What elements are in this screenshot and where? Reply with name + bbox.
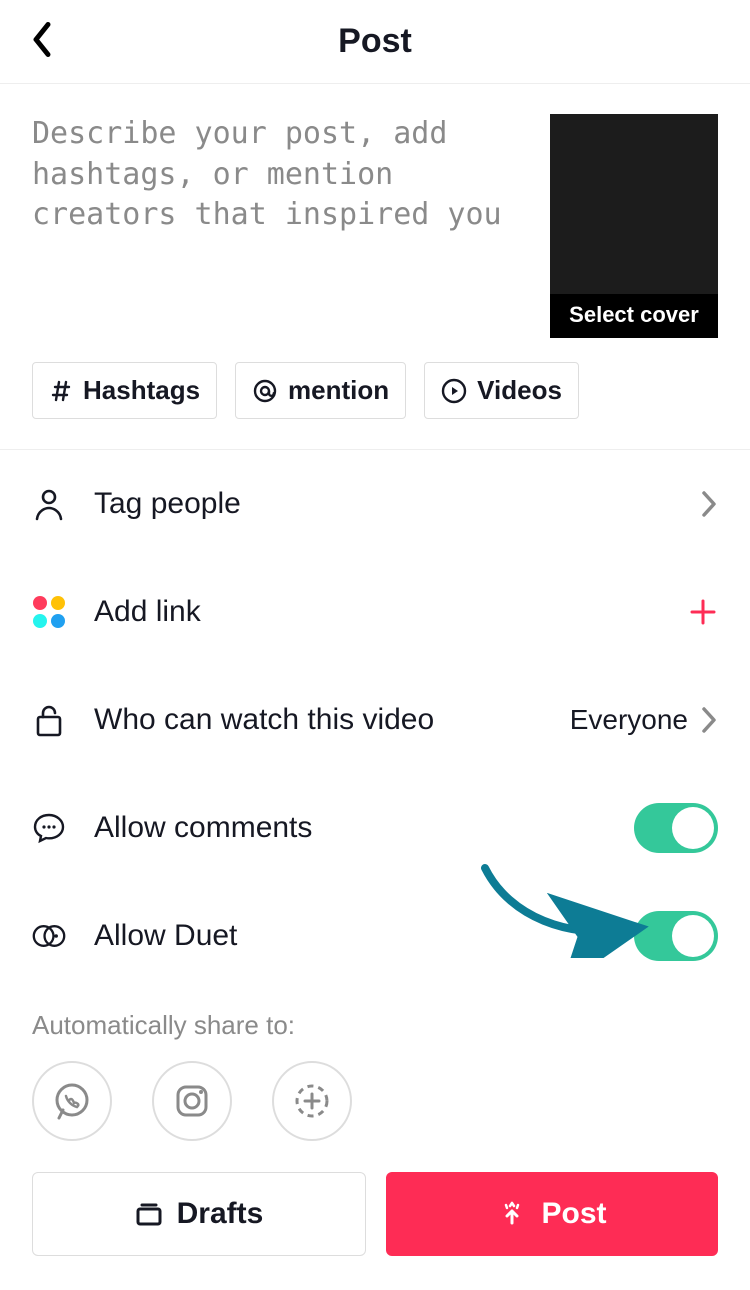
- share-to-label: Automatically share to:: [0, 990, 750, 1051]
- privacy-label: Who can watch this video: [94, 703, 542, 737]
- share-targets: [0, 1051, 750, 1171]
- chevron-right-icon: [700, 705, 718, 735]
- header: Post: [0, 0, 750, 84]
- duet-icon: [32, 921, 66, 951]
- bottom-bar: Drafts Post: [0, 1172, 750, 1290]
- post-button[interactable]: Post: [386, 1172, 718, 1256]
- tag-people-label: Tag people: [94, 487, 672, 521]
- mention-chip[interactable]: mention: [235, 362, 406, 419]
- allow-comments-row: Allow comments: [32, 774, 718, 882]
- post-label: Post: [541, 1197, 606, 1231]
- whatsapp-icon: [51, 1080, 93, 1122]
- back-button[interactable]: [30, 20, 52, 63]
- post-upload-icon: [497, 1199, 527, 1229]
- add-link-label: Add link: [94, 595, 660, 629]
- chip-row: Hashtags mention Videos: [0, 338, 750, 450]
- instagram-icon: [171, 1080, 213, 1122]
- lock-open-icon: [32, 702, 66, 738]
- hashtags-chip[interactable]: Hashtags: [32, 362, 217, 419]
- select-cover-button[interactable]: Select cover: [550, 114, 718, 338]
- options-list: Tag people Add link: [0, 450, 750, 990]
- mention-chip-label: mention: [288, 375, 389, 406]
- select-cover-label: Select cover: [550, 294, 718, 338]
- caption-input[interactable]: [32, 114, 530, 338]
- page-title: Post: [338, 22, 412, 61]
- share-more-button[interactable]: [272, 1061, 352, 1141]
- dashed-plus-icon: [291, 1080, 333, 1122]
- share-whatsapp-button[interactable]: [32, 1061, 112, 1141]
- privacy-row[interactable]: Who can watch this video Everyone: [32, 666, 718, 774]
- privacy-value: Everyone: [570, 704, 688, 736]
- comment-icon: [32, 811, 66, 845]
- plus-icon: [688, 597, 718, 627]
- hash-icon: [49, 379, 73, 403]
- chevron-right-icon: [700, 489, 718, 519]
- allow-duet-label: Allow Duet: [94, 919, 606, 953]
- allow-duet-row: Allow Duet: [32, 882, 718, 990]
- share-instagram-button[interactable]: [152, 1061, 232, 1141]
- drafts-icon: [135, 1201, 163, 1227]
- drafts-button[interactable]: Drafts: [32, 1172, 366, 1256]
- person-icon: [32, 487, 66, 521]
- allow-comments-toggle[interactable]: [634, 803, 718, 853]
- allow-comments-label: Allow comments: [94, 811, 606, 845]
- videos-chip-label: Videos: [477, 375, 562, 406]
- hashtags-chip-label: Hashtags: [83, 375, 200, 406]
- videos-chip[interactable]: Videos: [424, 362, 579, 419]
- play-circle-icon: [441, 378, 467, 404]
- link-four-dots-icon: [32, 596, 66, 628]
- drafts-label: Drafts: [177, 1197, 264, 1231]
- allow-duet-toggle[interactable]: [634, 911, 718, 961]
- at-icon: [252, 378, 278, 404]
- tag-people-row[interactable]: Tag people: [32, 450, 718, 558]
- chevron-left-icon: [30, 20, 52, 58]
- compose-area: Select cover: [0, 84, 750, 338]
- add-link-row[interactable]: Add link: [32, 558, 718, 666]
